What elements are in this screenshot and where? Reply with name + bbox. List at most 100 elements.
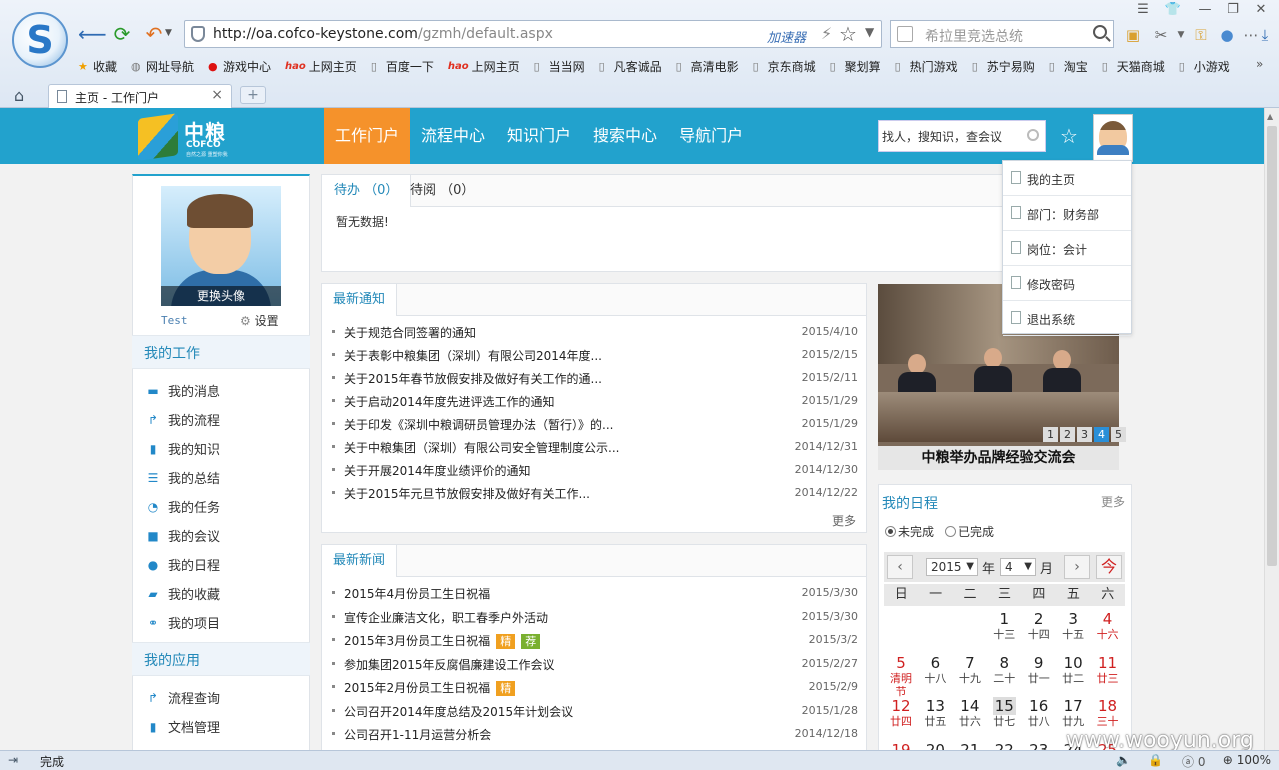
extension-icon[interactable]: ▣ [1124, 26, 1142, 44]
notice-title-text[interactable]: 关于表彰中粮集团（深圳）有限公司2014年度... [344, 347, 602, 364]
counter-icon[interactable]: ⓐ 0 [1182, 753, 1205, 770]
news-title-text[interactable]: 2015年3月份员工生日祝福精荐 [344, 632, 541, 649]
notice-row[interactable]: 关于开展2014年度业绩评价的通知 2014/12/30 [332, 462, 858, 480]
new-tab-button[interactable]: + [240, 86, 266, 104]
calendar-day[interactable]: 9 廿一 [1022, 654, 1056, 686]
menu-item[interactable]: ◔ 我的任务 [146, 497, 220, 517]
scissors-icon[interactable]: ✂ [1152, 26, 1170, 44]
user-menu-item[interactable]: 退出系统 [1003, 301, 1131, 336]
site-search-input[interactable]: 找人，搜知识，查会议 [878, 120, 1046, 152]
calendar-day[interactable]: 7 十九 [953, 654, 987, 686]
notice-title-text[interactable]: 关于印发《深圳中粮调研员管理办法（暂行）》的... [344, 416, 613, 433]
notice-title[interactable]: 最新通知 [322, 284, 398, 316]
news-row[interactable]: 宣传企业廉洁文化，职工春季户外活动 2015/3/30 [332, 609, 858, 627]
tab-close-icon[interactable]: × [211, 87, 223, 103]
undo-icon[interactable]: ↶ [142, 22, 166, 46]
calendar-day[interactable]: 4 十六 [1091, 610, 1125, 642]
nav-item[interactable]: 流程中心 [410, 108, 496, 164]
calendar-day[interactable]: 10 廿二 [1056, 654, 1090, 686]
change-avatar-link[interactable]: 更换头像 [161, 286, 281, 306]
user-menu-item[interactable]: 我的主页 [1003, 161, 1131, 196]
year-select[interactable]: 2015 ▼ [926, 558, 978, 576]
menu-item[interactable]: ↱ 流程查询 [146, 688, 220, 708]
user-avatar[interactable] [1093, 114, 1133, 162]
bookmark-item[interactable]: ▯ 天猫商城 [1102, 57, 1165, 75]
scissors-dropdown-icon[interactable]: ▼ [1172, 26, 1190, 44]
slideshow-page-button[interactable]: 3 [1077, 427, 1092, 442]
calendar-day[interactable]: 18 三十 [1091, 697, 1125, 729]
news-title-text[interactable]: 参加集团2015年反腐倡廉建设工作会议 [344, 656, 555, 673]
notice-title-text[interactable]: 关于2015年春节放假安排及做好有关工作的通... [344, 370, 602, 387]
browser-search-box[interactable]: 希拉里竞选总统 [890, 20, 1114, 48]
calendar-day[interactable]: 2 十四 [1022, 610, 1056, 642]
bookmark-item[interactable]: ▯ 苏宁易购 [972, 57, 1035, 75]
calendar-day[interactable]: 14 廿六 [953, 697, 987, 729]
radio-unchecked-icon[interactable] [945, 526, 956, 537]
bookmark-item[interactable]: ▯ 凡客诚品 [599, 57, 662, 75]
bookmark-item[interactable]: ▯ 淘宝 [1049, 57, 1088, 75]
calendar-day[interactable]: 1 十三 [987, 610, 1021, 642]
zoom-level[interactable]: ⊕ 100% [1223, 753, 1271, 767]
slideshow-page-button[interactable]: 5 [1111, 427, 1126, 442]
slideshow-caption[interactable]: 中粮举办品牌经验交流会 [878, 446, 1119, 470]
bookmark-item[interactable]: ▯ 高清电影 [676, 57, 739, 75]
cofco-logo[interactable]: 中粮 COFCO 自然之源 重塑你我 [138, 113, 228, 161]
bookmark-item[interactable]: hao 上网主页 [448, 57, 520, 75]
calendar-day[interactable]: 6 十八 [918, 654, 952, 686]
menu-icon[interactable]: ☰ [1132, 2, 1154, 18]
news-title-text[interactable]: 2015年2月份员工生日祝福精 [344, 679, 516, 696]
user-menu-item[interactable]: 部门：财务部 [1003, 196, 1131, 231]
close-window-icon[interactable]: ✕ [1250, 2, 1272, 18]
news-row[interactable]: 2015年2月份员工生日祝福精 2015/2/9 [332, 679, 858, 697]
slideshow-page-button[interactable]: 4 [1094, 427, 1109, 442]
address-bar[interactable]: http://oa.cofco-keystone.com/gzmh/defaul… [184, 20, 882, 48]
notice-row[interactable]: 关于2015年元旦节放假安排及做好有关工作... 2014/12/22 [332, 485, 858, 503]
prev-month-button[interactable]: ‹ [887, 555, 913, 579]
news-title-text[interactable]: 公司召开2014年度总结及2015年计划会议 [344, 703, 573, 720]
volume-icon[interactable]: 🔈 [1116, 753, 1131, 767]
calendar-day[interactable]: 15 廿七 [987, 697, 1021, 729]
calendar-day[interactable]: 8 二十 [987, 654, 1021, 686]
user-sync-icon[interactable]: ● [1218, 26, 1236, 44]
notice-row[interactable]: 关于表彰中粮集团（深圳）有限公司2014年度... 2015/2/15 [332, 347, 858, 365]
menu-item[interactable]: ■ 我的会议 [146, 526, 220, 546]
browser-logo-icon[interactable]: S [12, 12, 68, 68]
calendar-day[interactable]: 17 廿九 [1056, 697, 1090, 729]
month-select[interactable]: 4 ▼ [1000, 558, 1036, 576]
user-menu-item[interactable]: 岗位：会计 [1003, 231, 1131, 266]
news-row[interactable]: 参加集团2015年反腐倡廉建设工作会议 2015/2/27 [332, 656, 858, 674]
search-icon[interactable] [1027, 129, 1039, 141]
settings-link[interactable]: ⚙ 设置 [240, 312, 279, 329]
today-button[interactable]: 今 [1096, 555, 1122, 579]
menu-item[interactable]: ▮ 文档管理 [146, 717, 220, 737]
calendar-day[interactable]: 5 清明节 [884, 654, 918, 698]
slideshow-page-button[interactable]: 2 [1060, 427, 1075, 442]
menu-item[interactable]: ☰ 我的总结 [146, 468, 220, 488]
bookmark-item[interactable]: ★ 收藏 [78, 57, 117, 75]
schedule-more-link[interactable]: 更多 [1101, 493, 1125, 510]
bookmark-item[interactable]: ▯ 当当网 [534, 57, 585, 75]
slideshow-page-button[interactable]: 1 [1043, 427, 1058, 442]
tab-to-read[interactable]: 待阅 （0） [398, 175, 486, 207]
lock-icon[interactable]: 🔒 [1148, 753, 1163, 767]
menu-item[interactable]: ▬ 我的消息 [146, 381, 220, 401]
notice-title-text[interactable]: 关于开展2014年度业绩评价的通知 [344, 462, 531, 479]
scroll-up-icon[interactable]: ▲ [1267, 112, 1273, 121]
back-arrow-icon[interactable]: ⟵ [78, 22, 107, 46]
news-title-text[interactable]: 宣传企业廉洁文化，职工春季户外活动 [344, 609, 548, 626]
menu-item[interactable]: ▮ 我的知识 [146, 439, 220, 459]
bookmark-item[interactable]: ▯ 百度一下 [371, 57, 434, 75]
accelerator-label[interactable]: 加速器 [767, 27, 806, 46]
restore-icon[interactable]: ❐ [1222, 2, 1244, 18]
notice-row[interactable]: 关于印发《深圳中粮调研员管理办法（暂行）》的... 2015/1/29 [332, 416, 858, 434]
notice-title-text[interactable]: 关于中粮集团（深圳）有限公司安全管理制度公示... [344, 439, 619, 456]
notice-title-text[interactable]: 关于2015年元旦节放假安排及做好有关工作... [344, 485, 590, 502]
minimize-icon[interactable]: — [1194, 2, 1216, 18]
nav-item[interactable]: 导航门户 [668, 108, 754, 164]
radio-checked-icon[interactable] [885, 526, 896, 537]
next-month-button[interactable]: › [1064, 555, 1090, 579]
calendar-day[interactable]: 16 廿八 [1022, 697, 1056, 729]
notice-row[interactable]: 关于规范合同签署的通知 2015/4/10 [332, 324, 858, 342]
page-scrollbar[interactable]: ▲ [1264, 108, 1279, 750]
nav-item[interactable]: 搜索中心 [582, 108, 668, 164]
